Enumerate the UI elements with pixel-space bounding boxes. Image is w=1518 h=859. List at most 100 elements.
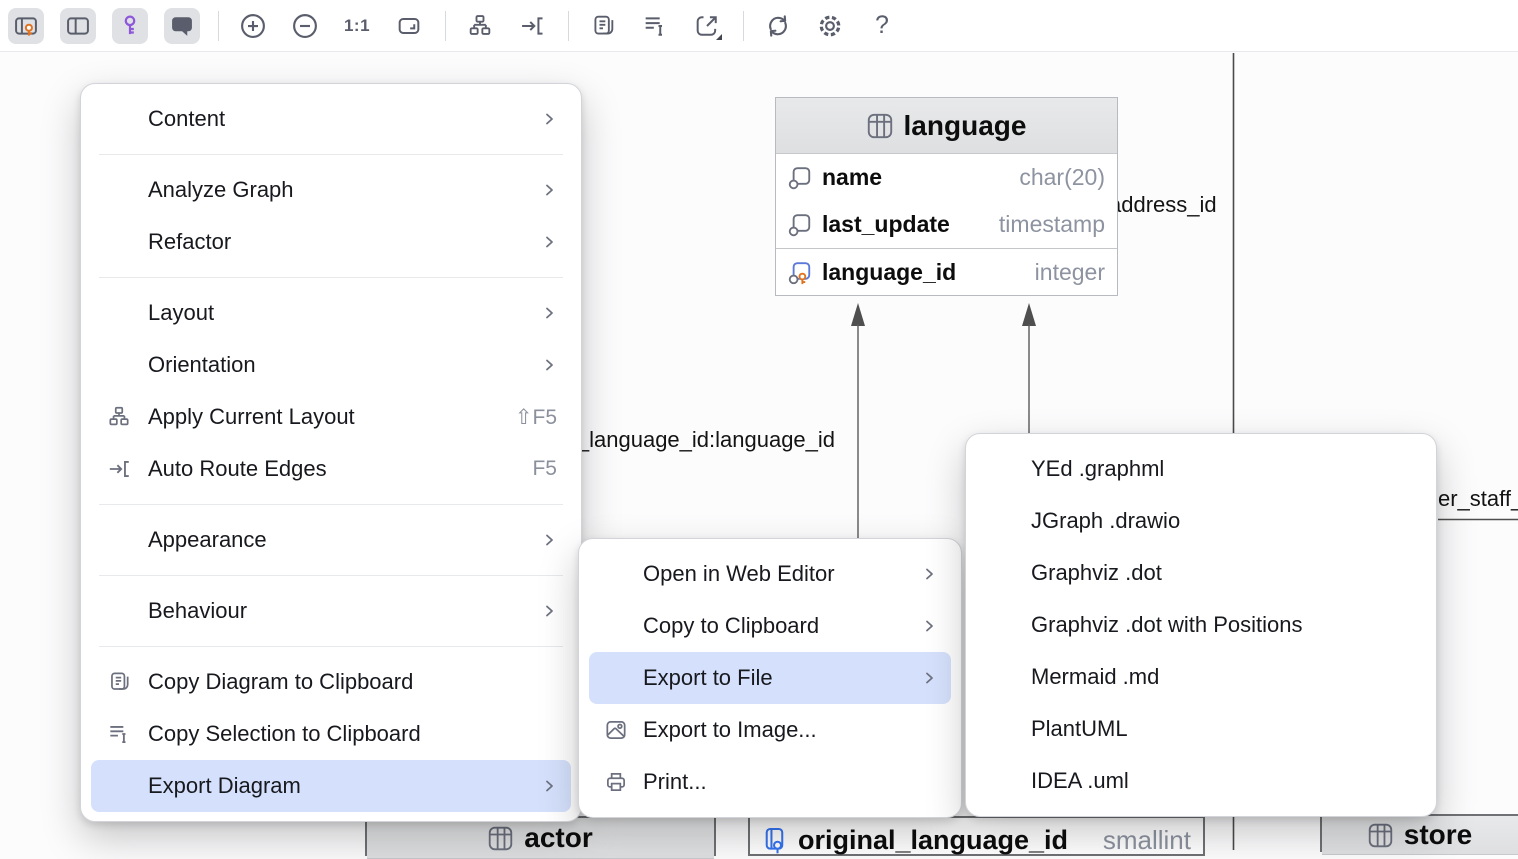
menu-item-label: Copy Diagram to Clipboard bbox=[148, 669, 413, 695]
copy-selection-button[interactable] bbox=[637, 8, 673, 44]
zoom-in-icon bbox=[238, 11, 268, 41]
menu-item-yed-graphml[interactable]: YEd .graphml bbox=[976, 443, 1426, 495]
fit-content-button[interactable] bbox=[391, 8, 427, 44]
route-edges-icon bbox=[518, 12, 546, 40]
submenu-chevron-icon bbox=[921, 566, 937, 582]
zoom-out-button[interactable] bbox=[287, 8, 323, 44]
auto-route-edges-button[interactable] bbox=[514, 8, 550, 44]
toolbar-separator bbox=[218, 11, 219, 41]
show-comments-toggle-button[interactable] bbox=[164, 8, 200, 44]
menu-item-orientation[interactable]: Orientation bbox=[91, 339, 571, 391]
split-view-toggle-button[interactable] bbox=[60, 8, 96, 44]
toolbar-separator bbox=[568, 11, 569, 41]
foreign-key-column-icon bbox=[762, 827, 789, 854]
table-node-language[interactable]: language name char(20) last_update times… bbox=[775, 97, 1118, 296]
column-row-name[interactable]: name char(20) bbox=[776, 154, 1117, 201]
gear-icon bbox=[815, 11, 845, 41]
refresh-icon bbox=[763, 11, 793, 41]
show-keys-toggle-button[interactable] bbox=[112, 8, 148, 44]
menu-item-plantuml[interactable]: PlantUML bbox=[976, 703, 1426, 755]
menu-item-jgraph-drawio[interactable]: JGraph .drawio bbox=[976, 495, 1426, 547]
table-node-film-partial[interactable]: original_language_id smallint bbox=[748, 816, 1205, 856]
menu-item-label: Copy Selection to Clipboard bbox=[148, 721, 421, 747]
submenu-chevron-icon bbox=[921, 670, 937, 686]
menu-item-label: Layout bbox=[148, 300, 214, 326]
toolbar-separator bbox=[743, 11, 744, 41]
panel-key-icon bbox=[12, 12, 40, 40]
primary-key-column-icon bbox=[788, 260, 813, 285]
menu-item-label: Apply Current Layout bbox=[148, 404, 355, 430]
table-node-actor[interactable]: actor bbox=[365, 816, 716, 856]
menu-item-label: Appearance bbox=[148, 527, 267, 553]
key-icon bbox=[116, 12, 144, 40]
table-header-actor[interactable]: actor bbox=[367, 818, 714, 859]
help-button[interactable]: ? bbox=[864, 8, 900, 44]
menu-item-behaviour[interactable]: Behaviour bbox=[91, 585, 571, 637]
refresh-button[interactable] bbox=[760, 8, 796, 44]
menu-separator bbox=[99, 277, 563, 278]
menu-item-auto-route-edges[interactable]: Auto Route Edges F5 bbox=[91, 443, 571, 495]
apply-layout-button[interactable] bbox=[462, 8, 498, 44]
menu-item-label: Export to Image... bbox=[643, 717, 817, 743]
table-header-language[interactable]: language bbox=[776, 98, 1117, 154]
edge-label-address-id: address_id bbox=[1109, 192, 1217, 218]
menu-item-export-to-image[interactable]: Export to Image... bbox=[589, 704, 951, 756]
table-header-store[interactable]: store bbox=[1322, 816, 1518, 855]
menu-item-layout[interactable]: Layout bbox=[91, 287, 571, 339]
export-diagram-submenu: Open in Web Editor Copy to Clipboard Exp… bbox=[578, 538, 962, 818]
menu-item-refactor[interactable]: Refactor bbox=[91, 216, 571, 268]
export-button[interactable] bbox=[689, 8, 725, 44]
split-panel-icon bbox=[64, 12, 92, 40]
copy-selection-icon bbox=[106, 721, 148, 747]
copy-diagram-button[interactable] bbox=[585, 8, 621, 44]
menu-item-label: PlantUML bbox=[1031, 716, 1128, 742]
column-row-last-update[interactable]: last_update timestamp bbox=[776, 201, 1117, 248]
settings-button[interactable] bbox=[812, 8, 848, 44]
column-row-language-id[interactable]: language_id integer bbox=[776, 248, 1117, 295]
column-row-original-language-id[interactable]: original_language_id smallint bbox=[750, 818, 1203, 856]
table-icon bbox=[867, 113, 893, 139]
column-name: language_id bbox=[822, 259, 956, 286]
menu-separator bbox=[99, 504, 563, 505]
menu-item-copy-selection-to-clipboard[interactable]: Copy Selection to Clipboard bbox=[91, 708, 571, 760]
table-title: store bbox=[1404, 819, 1472, 851]
submenu-chevron-icon bbox=[541, 778, 557, 794]
actual-size-button[interactable]: 1:1 bbox=[339, 8, 375, 44]
menu-item-export-to-file[interactable]: Export to File bbox=[589, 652, 951, 704]
route-edges-icon bbox=[106, 456, 148, 482]
zoom-in-button[interactable] bbox=[235, 8, 271, 44]
table-icon bbox=[488, 826, 513, 851]
menu-item-print[interactable]: Print... bbox=[589, 756, 951, 808]
menu-item-appearance[interactable]: Appearance bbox=[91, 514, 571, 566]
printer-icon bbox=[603, 769, 643, 795]
submenu-chevron-icon bbox=[541, 182, 557, 198]
menu-item-graphviz-dot-with-positions[interactable]: Graphviz .dot with Positions bbox=[976, 599, 1426, 651]
menu-item-label: Export Diagram bbox=[148, 773, 301, 799]
menu-item-label: Graphviz .dot bbox=[1031, 560, 1162, 586]
menu-item-open-in-web-editor[interactable]: Open in Web Editor bbox=[589, 548, 951, 600]
export-format-submenu: YEd .graphml JGraph .drawio Graphviz .do… bbox=[965, 433, 1437, 817]
table-icon bbox=[1368, 823, 1393, 848]
table-title: language bbox=[904, 110, 1027, 142]
copy-selection-icon bbox=[641, 12, 669, 40]
zoom-out-icon bbox=[290, 11, 320, 41]
column-name: original_language_id bbox=[798, 825, 1068, 856]
column-icon bbox=[788, 165, 813, 190]
menu-item-idea-uml[interactable]: IDEA .uml bbox=[976, 755, 1426, 807]
menu-item-copy-diagram-to-clipboard[interactable]: Copy Diagram to Clipboard bbox=[91, 656, 571, 708]
table-title: actor bbox=[524, 822, 592, 854]
menu-separator bbox=[99, 575, 563, 576]
menu-separator bbox=[99, 154, 563, 155]
menu-item-analyze-graph[interactable]: Analyze Graph bbox=[91, 164, 571, 216]
menu-item-export-diagram[interactable]: Export Diagram bbox=[91, 760, 571, 812]
menu-item-copy-to-clipboard[interactable]: Copy to Clipboard bbox=[589, 600, 951, 652]
menu-item-mermaid-md[interactable]: Mermaid .md bbox=[976, 651, 1426, 703]
column-type: timestamp bbox=[999, 211, 1105, 238]
menu-item-graphviz-dot[interactable]: Graphviz .dot bbox=[976, 547, 1426, 599]
submenu-chevron-icon bbox=[541, 532, 557, 548]
table-node-store[interactable]: store bbox=[1320, 814, 1518, 852]
menu-item-apply-current-layout[interactable]: Apply Current Layout ⇧F5 bbox=[91, 391, 571, 443]
dropdown-indicator-icon bbox=[716, 34, 722, 40]
show-columns-toggle-button[interactable] bbox=[8, 8, 44, 44]
menu-item-content[interactable]: Content bbox=[91, 93, 571, 145]
